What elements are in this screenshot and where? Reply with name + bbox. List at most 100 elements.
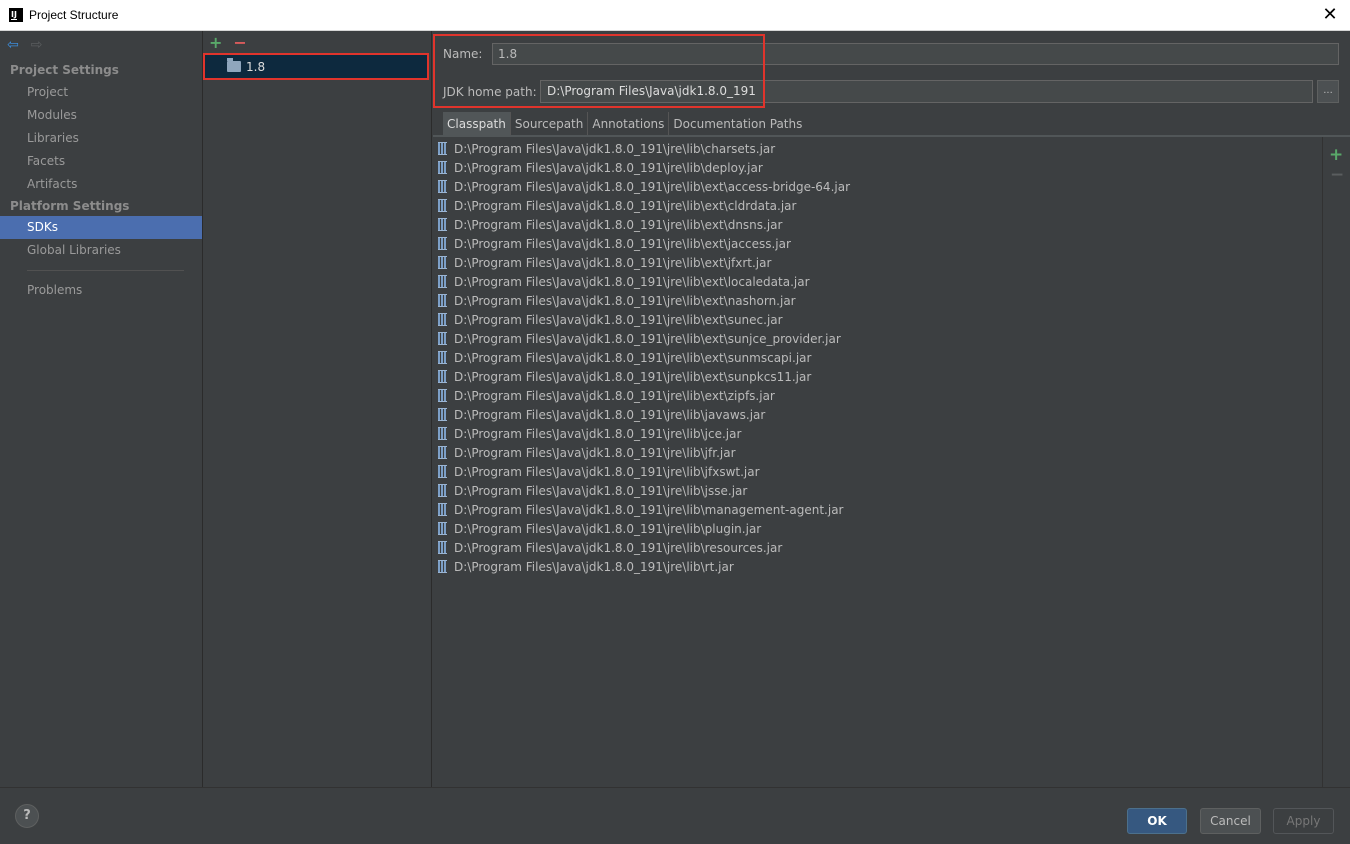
window-title: Project Structure — [29, 8, 119, 22]
nav-item-libraries[interactable]: Libraries — [0, 127, 202, 150]
classpath-path: D:\Program Files\Java\jdk1.8.0_191\jre\l… — [454, 141, 776, 156]
jdk-home-path-label: JDK home path: — [443, 85, 537, 99]
classpath-row[interactable]: D:\Program Files\Java\jdk1.8.0_191\jre\l… — [433, 253, 1322, 272]
jar-icon — [438, 427, 447, 440]
classpath-path: D:\Program Files\Java\jdk1.8.0_191\jre\l… — [454, 388, 775, 403]
sdk-list-item[interactable]: 1.8 — [203, 53, 429, 80]
nav-history: ⇦ ⇨ — [0, 31, 202, 59]
classpath-path: D:\Program Files\Java\jdk1.8.0_191\jre\l… — [454, 160, 763, 175]
classpath-row[interactable]: D:\Program Files\Java\jdk1.8.0_191\jre\l… — [433, 177, 1322, 196]
jar-icon — [438, 180, 447, 193]
classpath-row[interactable]: D:\Program Files\Java\jdk1.8.0_191\jre\l… — [433, 424, 1322, 443]
classpath-row[interactable]: D:\Program Files\Java\jdk1.8.0_191\jre\l… — [433, 139, 1322, 158]
nav-item-modules[interactable]: Modules — [0, 104, 202, 127]
classpath-row[interactable]: D:\Program Files\Java\jdk1.8.0_191\jre\l… — [433, 310, 1322, 329]
jar-icon — [438, 370, 447, 383]
classpath-row[interactable]: D:\Program Files\Java\jdk1.8.0_191\jre\l… — [433, 215, 1322, 234]
back-arrow-icon[interactable]: ⇦ — [7, 37, 19, 53]
jar-icon — [438, 237, 447, 250]
classpath-path: D:\Program Files\Java\jdk1.8.0_191\jre\l… — [454, 521, 762, 536]
jar-icon — [438, 522, 447, 535]
nav-item-global-libraries[interactable]: Global Libraries — [0, 239, 202, 262]
jar-icon — [438, 332, 447, 345]
jar-icon — [438, 446, 447, 459]
classpath-row[interactable]: D:\Program Files\Java\jdk1.8.0_191\jre\l… — [433, 291, 1322, 310]
classpath-path: D:\Program Files\Java\jdk1.8.0_191\jre\l… — [454, 179, 850, 194]
tab-documentation-paths[interactable]: Documentation Paths — [669, 112, 806, 136]
sdk-tabs: Classpath Sourcepath Annotations Documen… — [443, 112, 806, 136]
nav-item-problems[interactable]: Problems — [0, 279, 202, 302]
classpath-row[interactable]: D:\Program Files\Java\jdk1.8.0_191\jre\l… — [433, 462, 1322, 481]
classpath-row[interactable]: D:\Program Files\Java\jdk1.8.0_191\jre\l… — [433, 272, 1322, 291]
left-navigation: ⇦ ⇨ Project Settings Project Modules Lib… — [0, 31, 203, 787]
jar-icon — [438, 408, 447, 421]
classpath-row[interactable]: D:\Program Files\Java\jdk1.8.0_191\jre\l… — [433, 481, 1322, 500]
jar-icon — [438, 218, 447, 231]
classpath-path: D:\Program Files\Java\jdk1.8.0_191\jre\l… — [454, 350, 812, 365]
classpath-path: D:\Program Files\Java\jdk1.8.0_191\jre\l… — [454, 198, 797, 213]
add-classpath-icon[interactable]: + — [1329, 145, 1343, 165]
nav-item-artifacts[interactable]: Artifacts — [0, 173, 202, 196]
remove-classpath-icon[interactable]: − — [1330, 165, 1344, 185]
classpath-row[interactable]: D:\Program Files\Java\jdk1.8.0_191\jre\l… — [433, 367, 1322, 386]
jar-icon — [438, 560, 447, 573]
classpath-path: D:\Program Files\Java\jdk1.8.0_191\jre\l… — [454, 559, 734, 574]
sdk-item-label: 1.8 — [246, 59, 266, 74]
classpath-row[interactable]: D:\Program Files\Java\jdk1.8.0_191\jre\l… — [433, 500, 1322, 519]
remove-sdk-icon[interactable]: − — [233, 35, 246, 51]
forward-arrow-icon[interactable]: ⇨ — [31, 37, 43, 53]
classpath-row[interactable]: D:\Program Files\Java\jdk1.8.0_191\jre\l… — [433, 538, 1322, 557]
apply-button[interactable]: Apply — [1273, 808, 1334, 834]
classpath-path: D:\Program Files\Java\jdk1.8.0_191\jre\l… — [454, 502, 844, 517]
classpath-list: D:\Program Files\Java\jdk1.8.0_191\jre\l… — [433, 137, 1323, 787]
nav-item-facets[interactable]: Facets — [0, 150, 202, 173]
classpath-path: D:\Program Files\Java\jdk1.8.0_191\jre\l… — [454, 369, 812, 384]
classpath-path: D:\Program Files\Java\jdk1.8.0_191\jre\l… — [454, 331, 841, 346]
classpath-path: D:\Program Files\Java\jdk1.8.0_191\jre\l… — [454, 274, 810, 289]
sdk-toolbar: + − — [203, 31, 431, 55]
classpath-path: D:\Program Files\Java\jdk1.8.0_191\jre\l… — [454, 445, 736, 460]
browse-button[interactable]: ... — [1317, 80, 1339, 103]
classpath-path: D:\Program Files\Java\jdk1.8.0_191\jre\l… — [454, 293, 796, 308]
classpath-path: D:\Program Files\Java\jdk1.8.0_191\jre\l… — [454, 407, 766, 422]
classpath-toolbar: + − — [1324, 137, 1350, 787]
jar-icon — [438, 465, 447, 478]
cancel-button[interactable]: Cancel — [1200, 808, 1261, 834]
classpath-row[interactable]: D:\Program Files\Java\jdk1.8.0_191\jre\l… — [433, 519, 1322, 538]
jar-icon — [438, 199, 447, 212]
classpath-row[interactable]: D:\Program Files\Java\jdk1.8.0_191\jre\l… — [433, 329, 1322, 348]
tab-sourcepath[interactable]: Sourcepath — [511, 112, 589, 136]
nav-item-project[interactable]: Project — [0, 81, 202, 104]
sdk-folder-icon — [227, 58, 241, 72]
title-bar: IJ Project Structure ✕ — [0, 0, 1350, 31]
classpath-path: D:\Program Files\Java\jdk1.8.0_191\jre\l… — [454, 255, 772, 270]
classpath-row[interactable]: D:\Program Files\Java\jdk1.8.0_191\jre\l… — [433, 386, 1322, 405]
classpath-path: D:\Program Files\Java\jdk1.8.0_191\jre\l… — [454, 236, 791, 251]
classpath-row[interactable]: D:\Program Files\Java\jdk1.8.0_191\jre\l… — [433, 158, 1322, 177]
classpath-row[interactable]: D:\Program Files\Java\jdk1.8.0_191\jre\l… — [433, 196, 1322, 215]
ok-button[interactable]: OK — [1127, 808, 1187, 834]
nav-item-sdks[interactable]: SDKs — [0, 216, 202, 239]
tab-classpath[interactable]: Classpath — [443, 112, 511, 136]
close-icon[interactable]: ✕ — [1320, 5, 1340, 25]
jdk-home-path-field[interactable]: D:\Program Files\Java\jdk1.8.0_191 — [540, 80, 1313, 103]
classpath-row[interactable]: D:\Program Files\Java\jdk1.8.0_191\jre\l… — [433, 443, 1322, 462]
jar-icon — [438, 256, 447, 269]
help-icon[interactable]: ? — [15, 804, 39, 828]
classpath-row[interactable]: D:\Program Files\Java\jdk1.8.0_191\jre\l… — [433, 348, 1322, 367]
classpath-row[interactable]: D:\Program Files\Java\jdk1.8.0_191\jre\l… — [433, 557, 1322, 576]
add-sdk-icon[interactable]: + — [209, 35, 222, 51]
classpath-path: D:\Program Files\Java\jdk1.8.0_191\jre\l… — [454, 483, 748, 498]
sdk-detail-panel: Name: 1.8 JDK home path: D:\Program File… — [433, 31, 1350, 787]
tab-annotations[interactable]: Annotations — [588, 112, 670, 136]
classpath-path: D:\Program Files\Java\jdk1.8.0_191\jre\l… — [454, 540, 783, 555]
classpath-row[interactable]: D:\Program Files\Java\jdk1.8.0_191\jre\l… — [433, 405, 1322, 424]
jar-icon — [438, 389, 447, 402]
classpath-path: D:\Program Files\Java\jdk1.8.0_191\jre\l… — [454, 464, 760, 479]
name-field[interactable]: 1.8 — [492, 43, 1339, 65]
name-label: Name: — [443, 47, 483, 61]
jar-icon — [438, 484, 447, 497]
dialog-footer: ? OK Cancel Apply — [0, 787, 1350, 844]
classpath-path: D:\Program Files\Java\jdk1.8.0_191\jre\l… — [454, 426, 742, 441]
classpath-row[interactable]: D:\Program Files\Java\jdk1.8.0_191\jre\l… — [433, 234, 1322, 253]
